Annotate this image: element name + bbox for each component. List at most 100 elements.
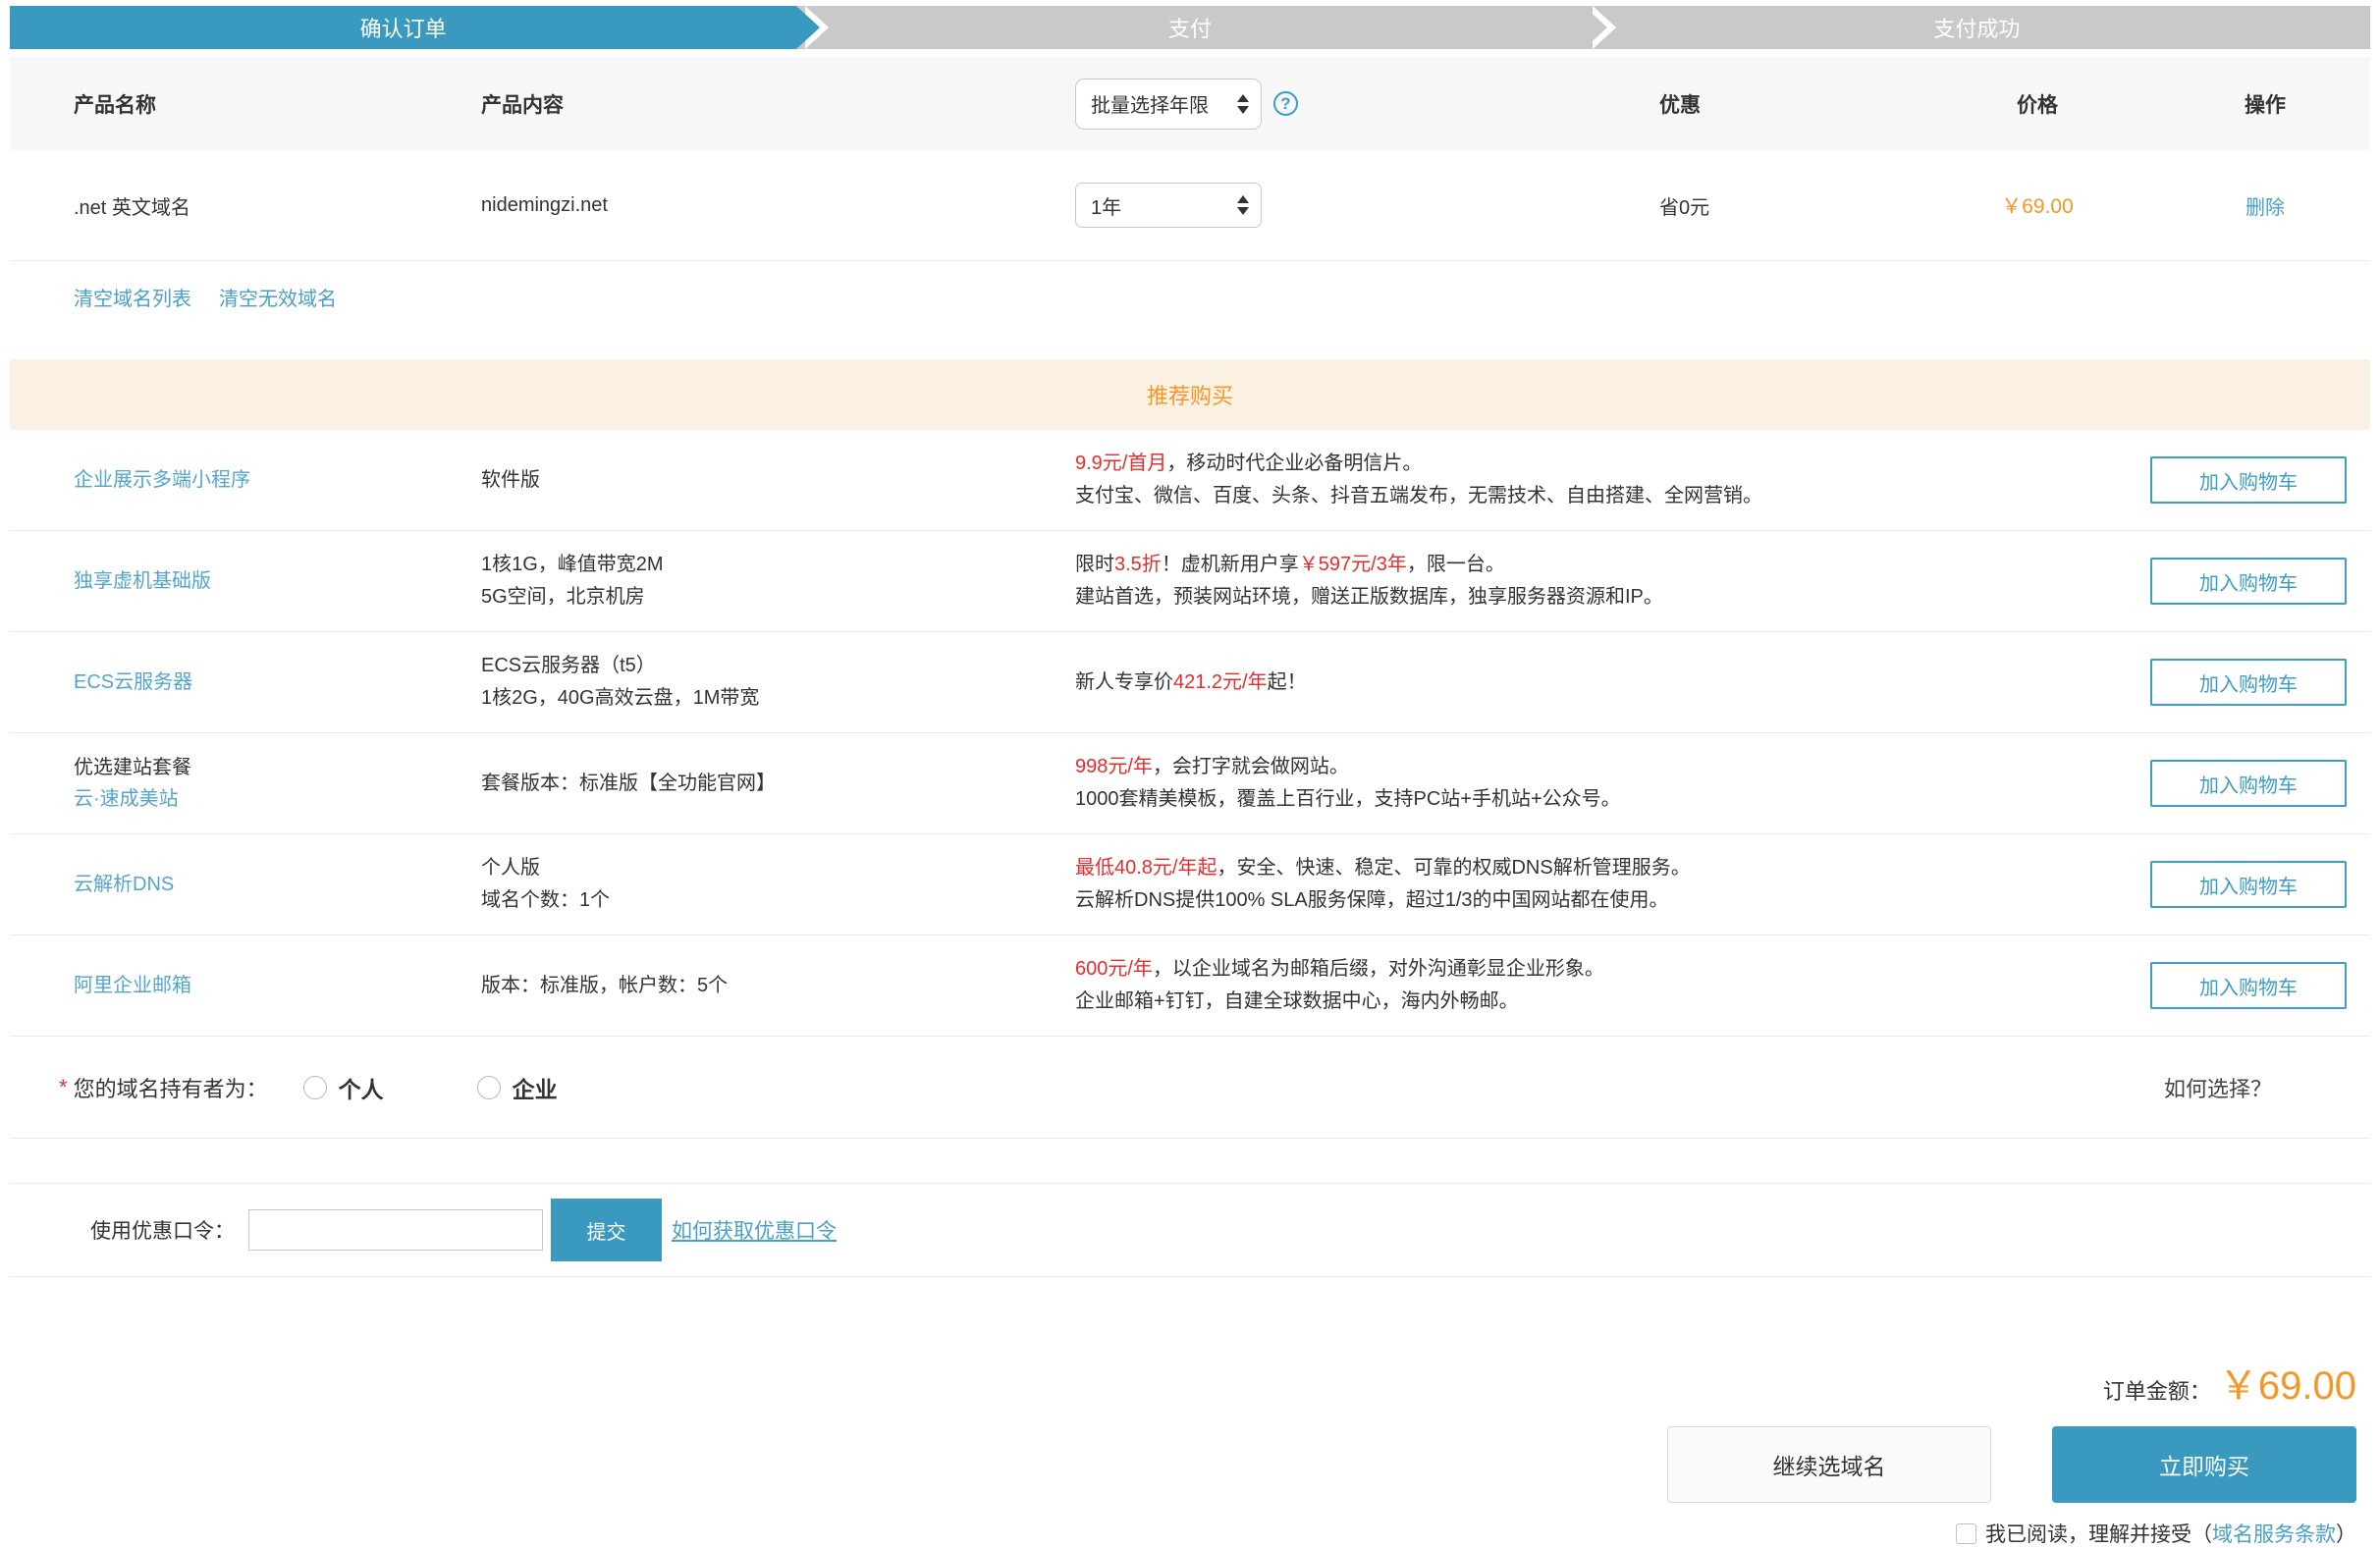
product-content-line: 软件版 (481, 464, 1075, 497)
cart-button-cell: 加入购物车 (2150, 962, 2370, 1009)
product-content-cell: 个人版域名个数：1个 (481, 852, 1075, 917)
product-content-cell: 套餐版本：标准版【全功能官网】 (481, 768, 1075, 800)
product-desc-cell: 新人专享价421.2元/年起！ (1075, 653, 2150, 713)
desc-text: 起！ (1268, 671, 1307, 693)
agreement-text-suffix: ） (2336, 1523, 2356, 1546)
product-name-cell: 企业展示多端小程序 (74, 464, 481, 496)
order-table-header: 产品名称 产品内容 批量选择年限 ? 优惠 价格 操作 (10, 57, 2370, 150)
product-desc-line: 998元/年，会打字就会做网站。 (1075, 751, 2150, 783)
recommend-row: 企业展示多端小程序软件版9.9元/首月，移动时代企业必备明信片。支付宝、微信、百… (10, 430, 2370, 531)
product-link[interactable]: 阿里企业邮箱 (74, 970, 481, 1001)
order-summary: 订单金额： ￥69.00 继续选域名 立即购买 我已阅读，理解并接受（域名服务条款… (10, 1354, 2370, 1548)
add-to-cart-button[interactable]: 加入购物车 (2150, 760, 2347, 807)
cart-button-cell: 加入购物车 (2150, 456, 2370, 504)
recommend-row: 阿里企业邮箱版本：标准版，帐户数：5个600元/年，以企业域名为邮箱后缀，对外沟… (10, 935, 2370, 1037)
clear-link-1[interactable]: 清空域名列表 (74, 283, 191, 311)
product-link[interactable]: 云解析DNS (74, 869, 481, 900)
product-name-cell: 云解析DNS (74, 869, 481, 900)
select-stepper-icon (1237, 94, 1249, 114)
desc-text: ，限一台。 (1407, 554, 1505, 575)
product-content-line: 个人版 (481, 852, 1075, 884)
recommend-row: 云解析DNS个人版域名个数：1个最低40.8元/年起，安全、快速、稳定、可靠的权… (10, 834, 2370, 935)
product-desc-line: 建站首选，预装网站环境，赠送正版数据库，独享服务器资源和IP。 (1075, 581, 2150, 614)
desc-text: ！虚机新用户享 (1162, 554, 1299, 575)
price-highlight: 最低40.8元/年起 (1075, 857, 1217, 879)
recommend-row: 优选建站套餐云·速成美站套餐版本：标准版【全功能官网】998元/年，会打字就会做… (10, 733, 2370, 834)
domain-order-row: .net 英文域名 nidemingzi.net 1年 省0元 ￥69.00 删… (10, 150, 2370, 261)
product-content-line: 套餐版本：标准版【全功能官网】 (481, 768, 1075, 800)
recommend-title: 推荐购买 (1147, 379, 1233, 410)
coupon-help-link[interactable]: 如何获取优惠口令 (672, 1215, 837, 1245)
select-stepper-icon (1237, 195, 1249, 215)
clear-link-2[interactable]: 清空无效域名 (219, 283, 337, 311)
recommend-title-band: 推荐购买 (10, 359, 2370, 430)
add-to-cart-button[interactable]: 加入购物车 (2150, 861, 2347, 908)
product-desc-line: 支付宝、微信、百度、头条、抖音五端发布，无需技术、自由搭建、全网营销。 (1075, 480, 2150, 512)
question-circle-icon[interactable]: ? (1273, 91, 1298, 116)
add-to-cart-button[interactable]: 加入购物车 (2150, 456, 2347, 504)
desc-text: 建站首选，预装网站环境，赠送正版数据库，独享服务器资源和IP。 (1075, 586, 1663, 608)
product-desc-line: 600元/年，以企业域名为邮箱后缀，对外沟通彰显企业形象。 (1075, 953, 2150, 986)
coupon-input[interactable] (248, 1209, 543, 1251)
product-desc-cell: 600元/年，以企业域名为邮箱后缀，对外沟通彰显企业形象。企业邮箱+钉钉，自建全… (1075, 939, 2150, 1032)
discount-value: 省0元 (1659, 191, 1915, 220)
price-value: ￥69.00 (1915, 190, 2160, 220)
price-highlight: 421.2元/年 (1173, 671, 1268, 693)
col-header-product-content: 产品内容 (481, 89, 1075, 119)
batch-term-select[interactable]: 批量选择年限 (1075, 79, 1262, 130)
recommend-row: ECS云服务器ECS云服务器（t5）1核2G，40G高效云盘，1M带宽新人专享价… (10, 632, 2370, 733)
add-to-cart-button[interactable]: 加入购物车 (2150, 558, 2347, 605)
product-content-cell: ECS云服务器（t5）1核2G，40G高效云盘，1M带宽 (481, 650, 1075, 715)
how-to-choose-link[interactable]: 如何选择？ (2164, 1072, 2272, 1103)
agreement-checkbox[interactable] (1956, 1523, 1976, 1544)
desc-text: ，安全、快速、稳定、可靠的权威DNS解析管理服务。 (1217, 857, 1690, 879)
continue-select-domain-button[interactable]: 继续选域名 (1667, 1426, 1991, 1503)
order-total-label: 订单金额： (2103, 1379, 2211, 1404)
agreement-text: 我已阅读，理解并接受（ (1985, 1523, 2212, 1546)
product-name: 优选建站套餐 (74, 752, 481, 783)
add-to-cart-button[interactable]: 加入购物车 (2150, 659, 2347, 706)
domain-product-name: .net 英文域名 (74, 191, 481, 220)
buy-now-button[interactable]: 立即购买 (2052, 1426, 2356, 1503)
product-link[interactable]: 独享虚机基础版 (74, 565, 481, 597)
col-header-product-name: 产品名称 (74, 89, 481, 119)
cart-button-cell: 加入购物车 (2150, 659, 2370, 706)
radio-enterprise[interactable] (477, 1076, 501, 1099)
order-total-value: ￥69.00 (2219, 1364, 2356, 1408)
progress-steps: 确认订单支付支付成功 (10, 6, 2370, 49)
service-terms-link[interactable]: 域名服务条款 (2212, 1523, 2336, 1546)
desc-text: 云解析DNS提供100% SLA服务保障，超过1/3的中国网站都在使用。 (1075, 889, 1669, 911)
product-link[interactable]: 云·速成美站 (74, 783, 481, 815)
radio-personal[interactable] (303, 1076, 327, 1099)
desc-text: 企业邮箱+钉钉，自建全球数据中心，海内外畅邮。 (1075, 990, 1519, 1012)
desc-text: 1000套精美模板，覆盖上百行业，支持PC站+手机站+公众号。 (1075, 788, 1621, 810)
cart-button-cell: 加入购物车 (2150, 558, 2370, 605)
product-desc-cell: 最低40.8元/年起，安全、快速、稳定、可靠的权威DNS解析管理服务。云解析DN… (1075, 838, 2150, 931)
required-mark: * (59, 1075, 68, 1100)
coupon-submit-button[interactable]: 提交 (551, 1199, 662, 1261)
price-highlight: 3.5折 (1114, 554, 1162, 575)
product-content-line: 版本：标准版，帐户数：5个 (481, 970, 1075, 1002)
product-desc-line: 9.9元/首月，移动时代企业必备明信片。 (1075, 448, 2150, 480)
desc-text: 限时 (1075, 554, 1114, 575)
product-content-line: 1核2G，40G高效云盘，1M带宽 (481, 682, 1075, 715)
product-desc-cell: 限时3.5折！虚机新用户享￥597元/3年，限一台。建站首选，预装网站环境，赠送… (1075, 535, 2150, 627)
coupon-section: 使用优惠口令： 提交 如何获取优惠口令 (10, 1183, 2370, 1277)
col-header-discount: 优惠 (1659, 89, 1915, 119)
product-name-cell: ECS云服务器 (74, 667, 481, 698)
step-1: 确认订单 (10, 6, 796, 49)
coupon-label: 使用优惠口令： (90, 1215, 235, 1245)
clear-links-row: 清空域名列表清空无效域名 (10, 261, 2370, 332)
recommend-row: 独享虚机基础版1核1G，峰值带宽2M5G空间，北京机房限时3.5折！虚机新用户享… (10, 531, 2370, 632)
product-link[interactable]: ECS云服务器 (74, 667, 481, 698)
product-content-cell: 1核1G，峰值带宽2M5G空间，北京机房 (481, 549, 1075, 614)
batch-term-select-value: 批量选择年限 (1091, 89, 1209, 118)
product-link[interactable]: 企业展示多端小程序 (74, 464, 481, 496)
product-desc-line: 企业邮箱+钉钉，自建全球数据中心，海内外畅邮。 (1075, 986, 2150, 1018)
delete-link[interactable]: 删除 (2245, 197, 2285, 219)
product-content-line: ECS云服务器（t5） (481, 650, 1075, 682)
add-to-cart-button[interactable]: 加入购物车 (2150, 962, 2347, 1009)
term-select[interactable]: 1年 (1075, 183, 1262, 228)
price-highlight: 998元/年 (1075, 756, 1153, 777)
domain-name-value: nidemingzi.net (481, 194, 1075, 217)
